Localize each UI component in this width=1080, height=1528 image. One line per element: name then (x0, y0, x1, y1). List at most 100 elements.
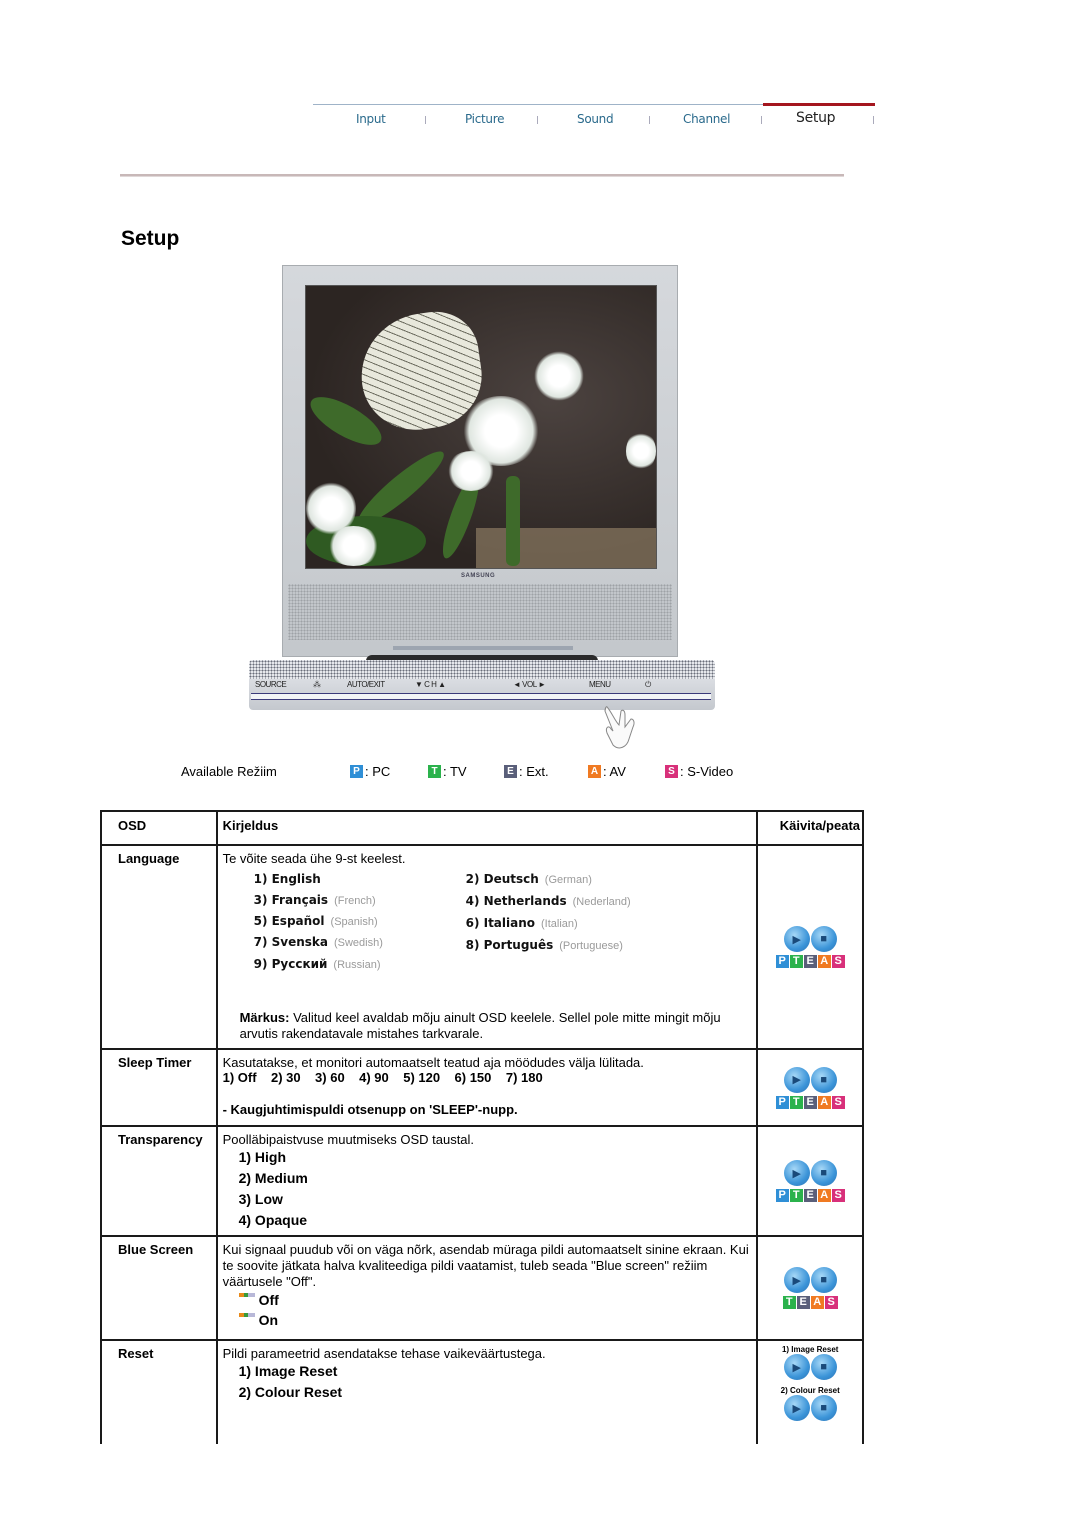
image-reset-label: 1) Image Reset (781, 1345, 839, 1354)
mode-tv: T : TV (428, 764, 467, 779)
play-stop-buttons: ▶ ■ (783, 1267, 837, 1293)
reset-options: 1) Image Reset 2) Colour Reset (239, 1361, 753, 1403)
play-icon[interactable]: ▶ (783, 1354, 810, 1380)
nav-active-indicator (763, 103, 875, 106)
page-title: Setup (121, 227, 180, 250)
mode-ext-label: : Ext. (519, 764, 549, 779)
pointing-hand-icon (604, 706, 635, 749)
action-cell: ▶ ■ TEAS (756, 1235, 864, 1341)
osd-name: Transparency (100, 1125, 218, 1237)
action-cell: ▶ ■ PTEAS (756, 844, 864, 1050)
osd-name: Reset (100, 1339, 218, 1444)
mode-letter-e: E (803, 955, 817, 968)
action-cell: 1) Image Reset ▶ ■ 2) Colour Reset ▶ ■ (756, 1339, 864, 1444)
table-header-row: OSD Kirjeldus Käivita/peata (100, 810, 864, 846)
tab-channel[interactable]: Channel (683, 112, 730, 126)
language-item: 5) Español (Spanish) (253, 914, 378, 928)
bullet-icon (238, 1313, 255, 1317)
mode-ext: E : Ext. (504, 764, 549, 779)
mode-pc-label: : PC (365, 764, 391, 779)
brand-logo: SAMSUNG (461, 573, 496, 579)
language-item: 2) Deutsch (German) (465, 872, 592, 886)
menu-button[interactable]: MENU (589, 680, 611, 689)
mode-letters-pteas: PTEAS (758, 1095, 862, 1109)
language-item: 1) English (253, 872, 321, 886)
osd-name: Blue Screen (100, 1235, 218, 1341)
play-icon[interactable]: ▶ (783, 926, 810, 952)
source-button[interactable]: SOURCE (255, 680, 287, 689)
av-badge-icon: A (588, 765, 601, 778)
mode-letters-pteas: PTEAS (758, 955, 862, 968)
option-item: 1) Image Reset (238, 1363, 338, 1379)
monitor-illustration: SAMSUNG (282, 265, 678, 657)
mode-letter-s: S (831, 955, 845, 968)
language-item: 7) Svenska (Swedish) (253, 935, 383, 949)
stop-icon[interactable]: ■ (810, 1354, 837, 1380)
table-row-transparency: Transparency Poolläbipaistvuse muutmisek… (100, 1125, 864, 1237)
colour-reset-label: 2) Colour Reset (780, 1386, 840, 1395)
bullet-icon (238, 1293, 255, 1297)
monitor-screen-image (305, 285, 657, 569)
language-intro: Te võite seada ühe 9-st keelest. (222, 851, 406, 866)
option-item: 2) Medium (238, 1170, 308, 1186)
nav-separator (649, 116, 650, 124)
stop-icon[interactable]: ■ (810, 1160, 837, 1186)
language-item: 3) Français (French) (253, 893, 376, 907)
osd-name: Sleep Timer (100, 1048, 218, 1127)
pip-button[interactable]: ⁂ (313, 680, 321, 689)
play-stop-buttons: ▶ ■ (783, 1160, 837, 1186)
option-item: On (238, 1310, 753, 1330)
language-item: 4) Netherlands (Nederland) (465, 894, 631, 908)
colour-reset-buttons: ▶ ■ (783, 1395, 837, 1421)
description-cell: Pildi parameetrid asendatakse tehase vai… (215, 1339, 759, 1444)
available-modes-label: Available Režiim (181, 764, 277, 779)
blue-screen-intro: Kui signaal puudub või on väga nõrk, ase… (222, 1242, 749, 1289)
tab-setup[interactable]: Setup (796, 110, 836, 126)
panel-button-strip (251, 693, 711, 700)
sleep-intro: Kasutatakse, et monitori automaatselt te… (222, 1055, 644, 1070)
mode-letter-p: P (775, 955, 789, 968)
language-item: 8) Português (Portuguese) (465, 938, 623, 952)
description-cell: Te võite seada ühe 9-st keelest. 1) Engl… (215, 844, 759, 1050)
header-description: Kirjeldus (215, 810, 759, 846)
mode-pc: P : PC (350, 764, 390, 779)
language-list: 1) English 2) Deutsch (German) 3) Françai… (223, 870, 753, 990)
mode-av: A : AV (588, 764, 626, 779)
top-nav: Input Picture Sound Channel Setup (313, 103, 875, 134)
pc-badge-icon: P (350, 765, 363, 778)
play-stop-buttons: ▶ ■ (783, 1066, 837, 1093)
osd-table: OSD Kirjeldus Käivita/peata Language Te … (100, 810, 864, 1444)
stop-icon[interactable]: ■ (810, 1395, 837, 1421)
play-icon[interactable]: ▶ (783, 1395, 810, 1421)
monitor-buttons (393, 646, 573, 650)
nav-separator (537, 116, 538, 124)
channel-buttons[interactable]: ▼ C H ▲ (415, 680, 446, 689)
sleep-remote-note: - Kaugjuhtimispuldi otsenupp on 'SLEEP'-… (222, 1102, 518, 1117)
play-icon[interactable]: ▶ (783, 1160, 810, 1186)
tab-input[interactable]: Input (356, 112, 386, 126)
mode-letters-teas: TEAS (758, 1296, 862, 1309)
control-panel: SOURCE ⁂ AUTO/EXIT ▼ C H ▲ ◄ VOL ► MENU … (249, 660, 715, 710)
language-note: Märkus: Valitud keel avaldab mõju ainult… (239, 1010, 721, 1041)
mode-svideo: S : S-Video (665, 764, 733, 779)
auto-exit-button[interactable]: AUTO/EXIT (347, 680, 385, 689)
tv-badge-icon: T (428, 765, 441, 778)
table-row-sleep-timer: Sleep Timer Kasutatakse, et monitori aut… (100, 1048, 864, 1127)
tab-picture[interactable]: Picture (465, 112, 504, 126)
volume-buttons[interactable]: ◄ VOL ► (513, 680, 546, 689)
power-button[interactable]: ⏻ (645, 680, 651, 690)
play-icon[interactable]: ▶ (783, 1267, 810, 1293)
option-item: 1) High (238, 1149, 287, 1165)
stop-icon[interactable]: ■ (810, 1267, 837, 1293)
nav-separator (873, 116, 874, 124)
transparency-options: 1) High 2) Medium 3) Low 4) Opaque (239, 1147, 753, 1231)
tab-sound[interactable]: Sound (577, 112, 614, 126)
stop-icon[interactable]: ■ (810, 926, 837, 952)
option-item: 4) Opaque (238, 1212, 308, 1228)
transparency-intro: Poolläbipaistvuse muutmiseks OSD taustal… (222, 1132, 475, 1147)
stop-icon[interactable]: ■ (810, 1066, 837, 1093)
action-cell: ▶ ■ PTEAS (756, 1048, 864, 1127)
play-icon[interactable]: ▶ (783, 1066, 810, 1093)
mode-svideo-label: : S-Video (680, 764, 734, 779)
option-item: 2) Colour Reset (238, 1384, 343, 1400)
